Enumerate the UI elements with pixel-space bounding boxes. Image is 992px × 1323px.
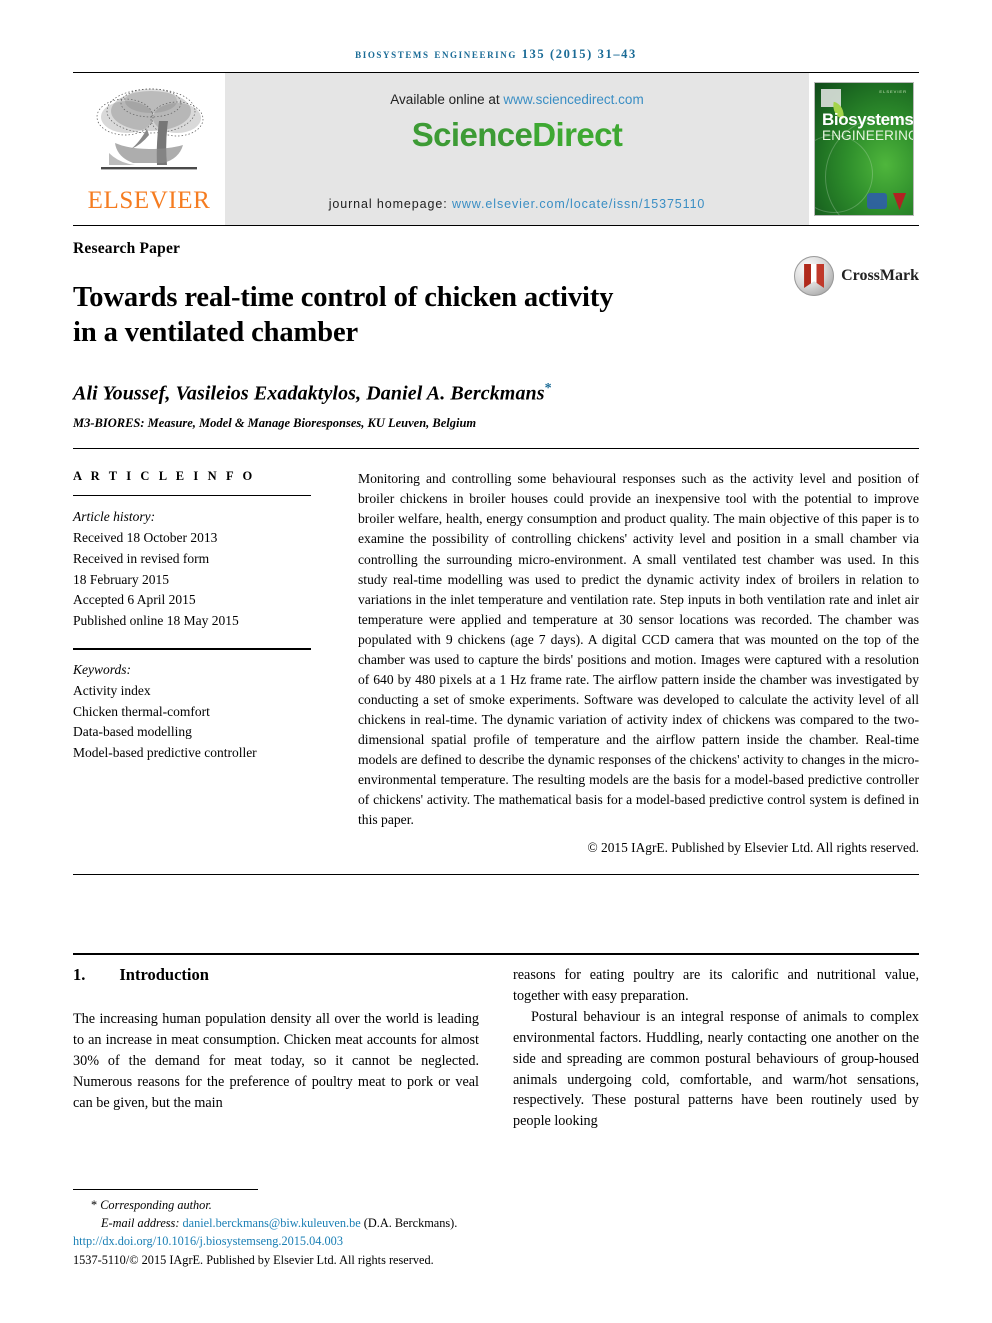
journal-cover-image: ELSEVIER Biosystems ENGINEERING [814,82,914,216]
keyword-item: Model-based predictive controller [73,745,257,761]
article-history-item: Received in revised form [73,550,210,566]
journal-cover-block: ELSEVIER Biosystems ENGINEERING [809,73,919,225]
article-info-column: A R T I C L E I N F O Article history: R… [73,469,343,856]
crossmark-badge[interactable]: CrossMark [794,256,919,296]
abstract-text: Monitoring and controlling some behaviou… [358,471,919,828]
elsevier-wordmark: ELSEVIER [87,187,211,214]
keywords-block: Keywords: Activity index Chicken thermal… [73,660,343,764]
divider-footnote [73,1188,258,1190]
article-history-label: Article history: [73,509,156,525]
affiliation: M3-BIORES: Measure, Model & Manage Biore… [73,416,477,431]
email-link[interactable]: daniel.berckmans@biw.kuleuven.be [183,1216,361,1230]
masthead: ELSEVIER Available online at www.science… [73,73,919,225]
sciencedirect-wordmark: ScienceDirect [412,116,623,154]
doi-link[interactable]: http://dx.doi.org/10.1016/j.biosystemsen… [73,1233,543,1251]
article-header: Research Paper Towards real-time control… [73,226,919,431]
crossmark-label: CrossMark [841,267,919,284]
paragraph: reasons for eating poultry are its calor… [513,967,919,1005]
article-history: Article history: Received 18 October 201… [73,507,343,632]
article-history-item: 18 February 2015 [73,571,169,587]
author-list: Ali Youssef, Vasileios Exadaktylos, Dani… [73,381,919,406]
paragraph: Postural behaviour is an integral respon… [513,1008,919,1130]
cover-top-text: ELSEVIER [879,89,907,94]
corresponding-author-text: Corresponding author. [100,1197,212,1212]
body-text-left: The increasing human population density … [73,1009,479,1113]
article-title-line2: in a ventilated chamber [73,317,359,349]
sciencedirect-banner: Available online at www.sciencedirect.co… [225,73,809,225]
sciencedirect-word-direct: Direct [532,116,623,153]
journal-homepage-link[interactable]: www.elsevier.com/locate/issn/15375110 [452,197,705,211]
article-history-item: Published online 18 May 2015 [73,613,239,629]
keyword-item: Chicken thermal-comfort [73,703,210,719]
journal-article-page: biosystems engineering 135 (2015) 31–43 [0,0,992,1323]
article-type: Research Paper [73,240,181,257]
sciencedirect-word-science: Science [411,116,533,153]
journal-homepage-label: journal homepage: [328,197,452,211]
cover-title-line2: ENGINEERING [822,128,914,143]
body-column-left: 1. Introduction The increasing human pop… [73,965,479,1132]
email-suffix: (D.A. Berckmans). [360,1215,458,1230]
corresponding-author-marker: * [544,380,552,396]
corresponding-author-symbol: * [91,1197,98,1212]
email-line: E-mail address: daniel.berckmans@biw.kul… [73,1215,543,1233]
divider-article-info [73,495,311,497]
page-footnote: * Corresponding author. E-mail address: … [73,1188,543,1270]
section-name: Introduction [119,965,209,985]
section-heading-introduction: 1. Introduction [73,965,479,985]
crossmark-icon [794,256,835,296]
cover-badge-left-icon [867,193,887,209]
abstract-column: Monitoring and controlling some behaviou… [343,469,919,856]
elsevier-logo-block: ELSEVIER [73,73,225,225]
available-online-line: Available online at www.sciencedirect.co… [390,92,643,107]
section-number: 1. [73,965,86,985]
available-online-prefix: Available online at [390,92,504,107]
body-columns: 1. Introduction The increasing human pop… [73,965,919,1132]
author-names: Ali Youssef, Vasileios Exadaktylos, Dani… [73,382,545,405]
email-label: E-mail address: [101,1215,183,1230]
keyword-item: Data-based modelling [73,724,192,740]
corresponding-author-note: * Corresponding author. [73,1197,543,1215]
cover-title-line1: Biosystems [822,110,914,129]
sciencedirect-link[interactable]: www.sciencedirect.com [503,92,643,107]
keyword-item: Activity index [73,682,151,698]
elsevier-tree-icon [96,88,204,170]
divider-keywords [73,648,311,650]
article-history-item: Received 18 October 2013 [73,530,218,546]
divider-body-top [73,953,919,956]
page-title: Towards real-time control of chicken act… [73,280,733,351]
article-title-line1: Towards real-time control of chicken act… [73,282,614,313]
abstract-copyright: © 2015 IAgrE. Published by Elsevier Ltd.… [587,840,920,856]
cover-title: Biosystems ENGINEERING [822,110,914,143]
body-column-right: reasons for eating poultry are its calor… [513,965,919,1132]
issn-copyright-line: 1537-5110/© 2015 IAgrE. Published by Els… [73,1253,434,1268]
article-history-item: Accepted 6 April 2015 [73,592,196,608]
running-head: biosystems engineering 135 (2015) 31–43 [355,47,637,61]
article-info-heading: A R T I C L E I N F O [73,469,256,484]
paragraph: The increasing human population density … [73,1011,479,1111]
keywords-label: Keywords: [73,662,131,677]
info-and-abstract: A R T I C L E I N F O Article history: R… [73,449,919,856]
journal-homepage-line: journal homepage: www.elsevier.com/locat… [225,197,809,211]
body-text-right: reasons for eating poultry are its calor… [513,965,919,1132]
divider-abstract [73,874,919,876]
